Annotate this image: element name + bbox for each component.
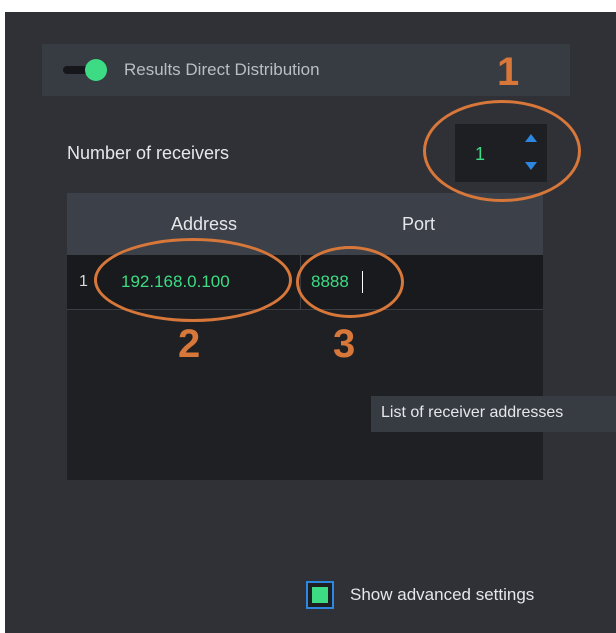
toggle-knob (85, 59, 107, 81)
advanced-settings-checkbox[interactable] (306, 581, 334, 609)
row-number: 1 (79, 273, 88, 290)
annotation-circle-2 (94, 238, 292, 322)
receivers-table: Address Port 1 192.168.0.100 8888 (67, 193, 543, 480)
receivers-count-label: Number of receivers (67, 143, 230, 163)
advanced-settings-label[interactable]: Show advanced settings (350, 585, 534, 605)
annotation-circle-1 (423, 100, 581, 202)
distribution-toggle[interactable] (63, 59, 109, 81)
column-header-port[interactable]: Port (402, 214, 435, 235)
annotation-number-3: 3 (333, 322, 356, 366)
annotation-number-1: 1 (497, 50, 520, 94)
checkbox-check-fill (312, 587, 328, 603)
annotation-number-2: 2 (178, 322, 201, 366)
column-header-address[interactable]: Address (171, 214, 237, 235)
tooltip: List of receiver addresses (371, 396, 616, 432)
distribution-label: Results Direct Distribution (124, 60, 320, 79)
tooltip-text: List of receiver addresses (381, 404, 564, 421)
annotation-circle-3 (296, 246, 404, 318)
